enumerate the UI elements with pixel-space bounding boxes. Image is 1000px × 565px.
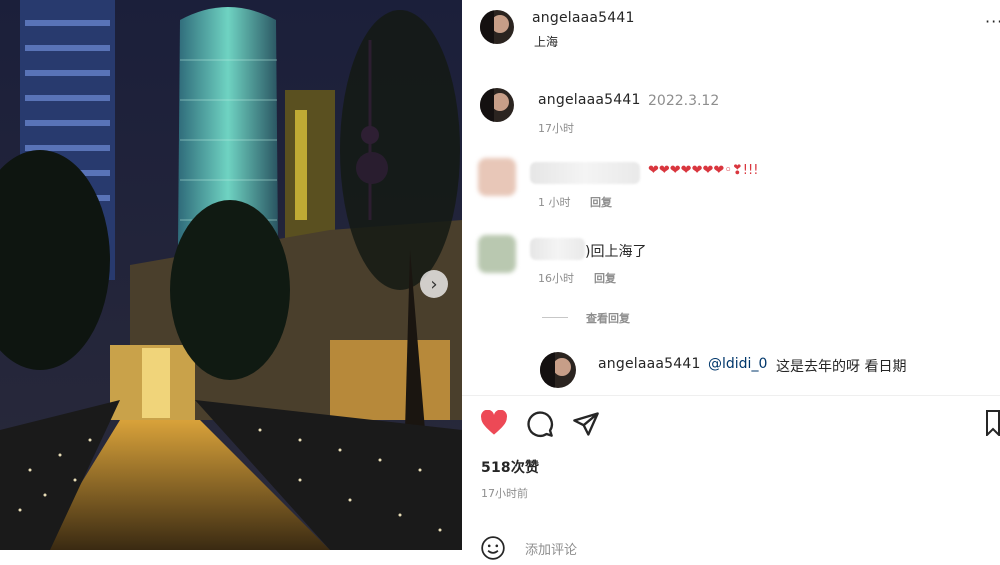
heart-filled-icon[interactable] bbox=[480, 409, 508, 440]
reply-text: 这是去年的呀 看日期 bbox=[776, 359, 907, 375]
avatar[interactable] bbox=[480, 10, 514, 44]
comment-reply-button[interactable]: 回复 bbox=[590, 194, 612, 210]
view-replies-line bbox=[542, 317, 568, 318]
more-options-icon[interactable]: ··· bbox=[985, 12, 1000, 31]
comment-time: 1 小时 bbox=[538, 196, 571, 209]
bookmark-icon[interactable] bbox=[986, 410, 1000, 440]
reply-avatar[interactable] bbox=[540, 352, 576, 388]
chevron-right-icon: › bbox=[430, 273, 438, 295]
reply-mention-link[interactable]: @ldidi_0 bbox=[708, 356, 767, 372]
next-photo-button[interactable]: › bbox=[420, 270, 448, 298]
smiley-icon[interactable] bbox=[480, 535, 506, 565]
caption-date: 2022.3.12 bbox=[648, 93, 720, 109]
actions-divider bbox=[462, 395, 1000, 396]
comment-reply-button[interactable]: 回复 bbox=[594, 270, 616, 286]
comment-text: ❤❤❤❤❤❤❤◦❣!!! bbox=[648, 163, 759, 178]
comment-text: )回上海了 bbox=[585, 244, 647, 260]
header-username[interactable]: angelaaa5441 bbox=[532, 10, 635, 26]
comment-avatar[interactable] bbox=[478, 158, 516, 196]
post-photo[interactable]: › bbox=[0, 0, 462, 550]
header-location[interactable]: 上海 bbox=[534, 33, 558, 50]
comment-username-blurred[interactable] bbox=[530, 162, 640, 184]
comment-username-blurred[interactable] bbox=[530, 238, 585, 260]
caption-username[interactable]: angelaaa5441 bbox=[538, 92, 641, 108]
post-time-ago: 17小时前 bbox=[481, 487, 528, 500]
comment-time: 16小时 bbox=[538, 272, 574, 285]
likes-count[interactable]: 518次赞 bbox=[481, 457, 539, 477]
reply-username[interactable]: angelaaa5441 bbox=[598, 356, 701, 372]
comment-avatar[interactable] bbox=[478, 235, 516, 273]
caption-time: 17小时 bbox=[538, 122, 574, 135]
paper-plane-icon[interactable] bbox=[572, 410, 600, 442]
add-comment-input[interactable]: 添加评论 bbox=[525, 539, 577, 558]
view-replies-button[interactable]: 查看回复 bbox=[586, 310, 630, 326]
comment-bubble-icon[interactable] bbox=[526, 410, 554, 442]
caption-avatar[interactable] bbox=[480, 88, 514, 122]
